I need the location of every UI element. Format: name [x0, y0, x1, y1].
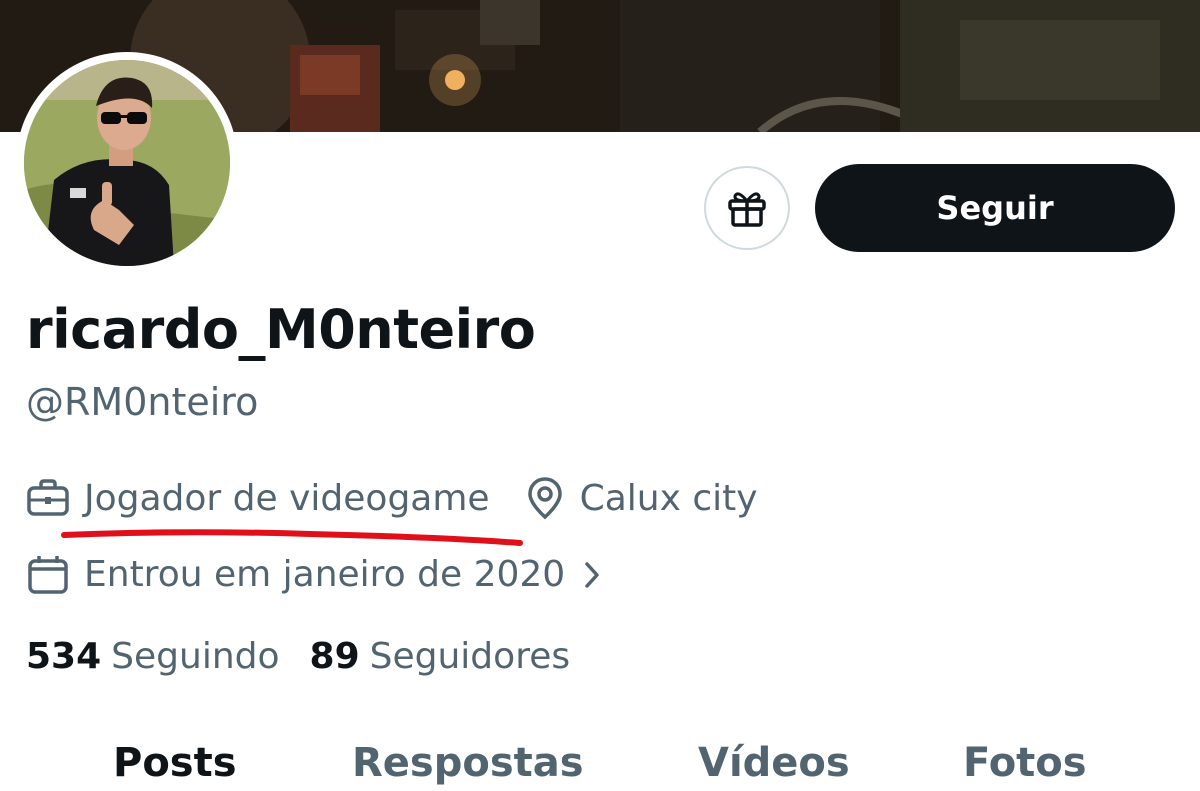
follow-button[interactable]: Seguir [815, 164, 1175, 252]
gift-icon [728, 192, 766, 227]
profession-text: Jogador de videogame [84, 477, 490, 519]
following-label: Seguindo [111, 636, 280, 677]
following-link[interactable]: 534 Seguindo [26, 636, 280, 677]
briefcase-icon [26, 478, 70, 518]
location-text: Calux city [579, 477, 758, 519]
followers-link[interactable]: 89 Seguidores [310, 636, 571, 677]
profession-item: Jogador de videogame [26, 478, 490, 519]
avatar-photo [24, 60, 230, 266]
tab-posts[interactable]: Posts [113, 740, 237, 786]
handle: @RM0nteiro [26, 380, 259, 424]
follow-button-label: Seguir [936, 189, 1054, 227]
joined-date-link[interactable]: Entrou em janeiro de 2020 [26, 554, 601, 595]
avatar[interactable] [24, 60, 230, 266]
profile-stats: 534 Seguindo 89 Seguidores [26, 636, 570, 677]
chevron-right-icon [583, 561, 601, 589]
map-pin-icon [526, 476, 564, 520]
joined-text: Entrou em janeiro de 2020 [84, 554, 566, 595]
following-count: 534 [26, 636, 102, 677]
calendar-icon [26, 555, 70, 595]
profile-meta-row: Jogador de videogame Calux city [26, 476, 758, 520]
tab-videos[interactable]: Vídeos [698, 740, 850, 786]
location-item: Calux city [526, 476, 758, 520]
followers-count: 89 [309, 636, 360, 677]
tab-respostas[interactable]: Respostas [352, 740, 584, 786]
followers-label: Seguidores [369, 636, 571, 677]
display-name: ricardo_M0nteiro [26, 298, 536, 361]
red-underline-annotation [61, 529, 523, 546]
profile-tabs: Posts Respostas Vídeos Fotos [0, 740, 1200, 791]
tab-fotos[interactable]: Fotos [963, 740, 1087, 786]
gift-button[interactable] [704, 166, 790, 250]
